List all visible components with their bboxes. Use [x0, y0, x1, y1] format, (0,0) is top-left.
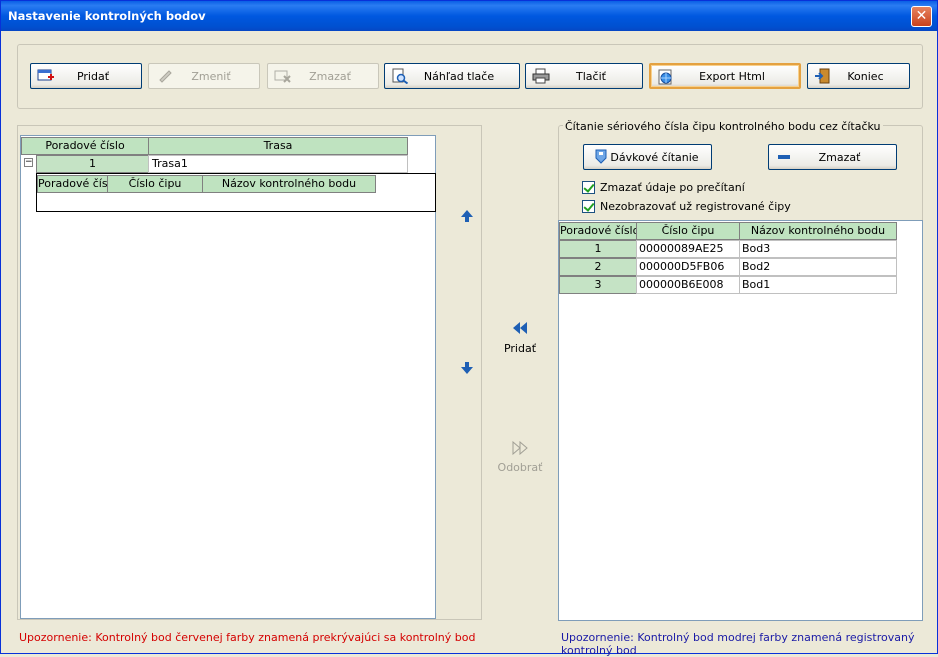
- checkmark-icon: [582, 181, 595, 194]
- registered-warning-note: Upozornenie: Kontrolný bod modrej farby …: [561, 631, 915, 657]
- main-window: Nastavenie kontrolných bodov ✕ Pridať Zm…: [0, 0, 938, 657]
- print-preview-button[interactable]: Náhľad tlače: [384, 63, 520, 89]
- export-html-label: Export Html: [699, 69, 765, 83]
- chip-row-number[interactable]: 000000D5FB06: [636, 258, 740, 276]
- delete-button-label: Zmazať: [309, 69, 351, 83]
- delete-record-icon: [274, 70, 291, 83]
- batch-read-button[interactable]: Dávkové čítanie: [583, 144, 712, 170]
- close-button[interactable]: ✕: [911, 6, 932, 27]
- chips-header-index[interactable]: Poradové číslo: [559, 222, 637, 240]
- column-header-route[interactable]: Trasa: [148, 137, 408, 155]
- move-down-icon[interactable]: [460, 361, 474, 375]
- print-button[interactable]: Tlačiť: [525, 63, 643, 89]
- chip-row-number[interactable]: 000000B6E008: [636, 276, 740, 294]
- route-row-name[interactable]: Trasa1: [148, 155, 408, 173]
- close-icon: ✕: [915, 8, 928, 24]
- exit-button[interactable]: Koniec: [807, 63, 910, 89]
- hide-registered-checkbox[interactable]: Nezobrazovať už registrované čipy: [582, 200, 791, 213]
- chip-row-index[interactable]: 2: [559, 258, 637, 276]
- edit-button-label: Zmeniť: [191, 69, 231, 83]
- html-export-icon: [658, 69, 672, 85]
- export-html-button[interactable]: Export Html: [649, 63, 801, 89]
- chip-row-name[interactable]: Bod2: [739, 258, 897, 276]
- printer-icon: [532, 68, 550, 84]
- delete-button[interactable]: Zmazať: [267, 63, 379, 89]
- clear-after-read-checkbox[interactable]: Zmazať údaje po prečítaní: [582, 181, 745, 194]
- edit-record-icon: [159, 70, 172, 83]
- detail-header-index[interactable]: Poradové čís: [37, 175, 108, 193]
- detail-header-name[interactable]: Názov kontrolného bodu: [202, 175, 376, 193]
- move-up-icon[interactable]: [460, 209, 474, 223]
- remove-right-icon[interactable]: [512, 441, 528, 455]
- clear-readings-label: Zmazať: [818, 150, 861, 164]
- window-title: Nastavenie kontrolných bodov: [8, 9, 206, 23]
- add-left-icon[interactable]: [512, 321, 528, 335]
- clear-after-read-label: Zmazať údaje po prečítaní: [600, 181, 745, 194]
- add-button[interactable]: Pridať: [30, 63, 142, 89]
- print-button-label: Tlačiť: [576, 69, 606, 83]
- print-preview-label: Náhľad tlače: [423, 69, 495, 83]
- minus-icon: [778, 155, 790, 159]
- chip-reader-title: Čítanie sériového čísla čipu kontrolného…: [563, 120, 883, 133]
- add-to-route-label[interactable]: Pridať: [490, 342, 550, 355]
- exit-button-label: Koniec: [847, 69, 884, 83]
- batch-read-label: Dávkové čítanie: [610, 150, 699, 164]
- exit-door-icon: [815, 68, 830, 84]
- detail-header-chip[interactable]: Číslo čipu: [107, 175, 203, 193]
- chip-row-number[interactable]: 00000089AE25: [636, 240, 740, 258]
- chips-header-name[interactable]: Názov kontrolného bodu: [739, 222, 897, 240]
- hide-registered-label: Nezobrazovať už registrované čipy: [600, 200, 791, 213]
- chip-reader-icon: [595, 149, 607, 164]
- clear-readings-button[interactable]: Zmazať: [768, 144, 897, 170]
- collapse-icon[interactable]: −: [24, 158, 33, 167]
- route-row-index[interactable]: 1: [36, 155, 149, 173]
- chip-row-name[interactable]: Bod1: [739, 276, 897, 294]
- add-record-icon: [37, 69, 54, 81]
- print-preview-icon: [392, 68, 409, 84]
- overlap-warning-note: Upozornenie: Kontrolný bod červenej farb…: [19, 631, 476, 644]
- remove-from-route-label[interactable]: Odobrať: [490, 461, 550, 474]
- chip-row-name[interactable]: Bod3: [739, 240, 897, 258]
- edit-button[interactable]: Zmeniť: [148, 63, 260, 89]
- chip-row-index[interactable]: 3: [559, 276, 637, 294]
- title-bar[interactable]: Nastavenie kontrolných bodov ✕: [1, 1, 937, 31]
- column-header-index[interactable]: Poradové číslo: [21, 137, 149, 155]
- add-button-label: Pridať: [76, 69, 110, 83]
- chips-header-chip[interactable]: Číslo čipu: [636, 222, 740, 240]
- chip-row-index[interactable]: 1: [559, 240, 637, 258]
- checkmark-icon: [582, 200, 595, 213]
